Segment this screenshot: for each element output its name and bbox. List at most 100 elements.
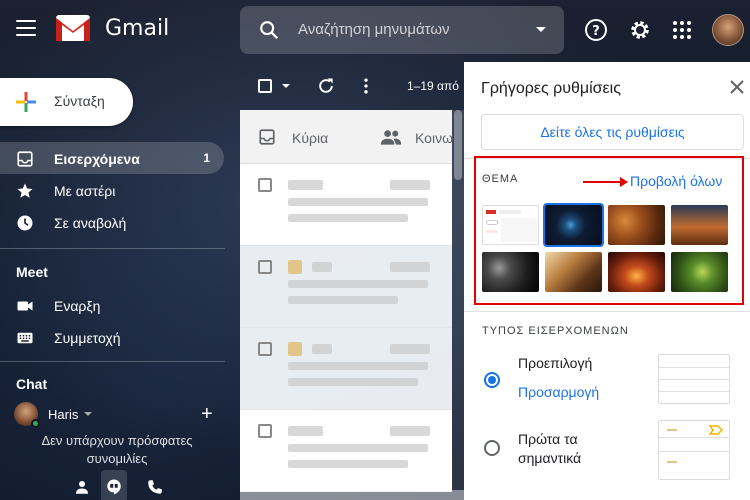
select-all-checkbox[interactable] <box>258 79 272 93</box>
close-icon[interactable] <box>730 80 744 94</box>
blurred-date <box>390 262 430 272</box>
blurred-subject <box>288 198 428 206</box>
nav-item-label: Σε αναβολή <box>54 215 127 231</box>
mail-checkbox[interactable] <box>258 260 272 274</box>
list-bottom-edge <box>240 490 464 500</box>
new-chat-plus-icon[interactable]: + <box>201 404 213 424</box>
tab-social[interactable]: Κοινω <box>415 130 453 146</box>
inbox-tab-icon <box>259 129 275 145</box>
meet-start-label: Εναρξη <box>54 298 101 314</box>
meet-join[interactable]: Συμμετοχή <box>0 321 224 353</box>
blurred-sender <box>312 262 332 272</box>
blurred-subject <box>288 444 428 452</box>
video-icon <box>17 301 33 311</box>
theme-thumb-default[interactable] <box>482 205 539 245</box>
blurred-sender <box>288 426 323 436</box>
account-avatar[interactable] <box>712 14 744 46</box>
gmail-logo[interactable]: Gmail <box>55 14 169 42</box>
blurred-date <box>390 426 430 436</box>
theme-thumb-bubbles[interactable] <box>482 252 539 292</box>
chat-user-status[interactable]: Haris <box>14 402 93 428</box>
theme-thumb-chess[interactable] <box>545 252 602 292</box>
online-status-dot <box>31 419 40 428</box>
important-first-label: Πρώτα τα σημαντικά <box>518 431 582 466</box>
inbox-default-preview <box>658 354 730 404</box>
mail-row[interactable] <box>240 328 452 410</box>
hangouts-chat-icon[interactable] <box>105 478 123 496</box>
theme-thumb-leaves[interactable] <box>608 205 665 245</box>
person-icon[interactable] <box>73 478 91 496</box>
blurred-subject <box>288 280 428 288</box>
theme-thumb-cave[interactable] <box>608 252 665 292</box>
theme-thumb-space[interactable] <box>543 203 604 247</box>
search-input[interactable]: Αναζήτηση μηνυμάτων <box>298 21 450 38</box>
search-options-icon[interactable] <box>536 27 546 32</box>
unread-count: 1 <box>203 151 210 165</box>
no-recent-chats-text: Δεν υπάρχουν πρόσφατες συνομιλίες <box>41 433 193 466</box>
view-all-themes-link[interactable]: Προβολή όλων <box>630 173 722 189</box>
mail-checkbox[interactable] <box>258 424 272 438</box>
see-all-settings-button[interactable]: Δείτε όλες τις ρυθμίσεις <box>481 114 744 150</box>
inbox-type-default-label: Προεπιλογή <box>518 355 593 371</box>
chevron-down-icon <box>84 412 93 416</box>
search-bar[interactable]: Αναζήτηση μηνυμάτων <box>240 6 564 54</box>
chat-divider <box>0 361 225 362</box>
important-marker-icon[interactable] <box>288 260 302 274</box>
list-scrollbar-thumb[interactable] <box>454 110 462 180</box>
list-toolbar: 1–19 από <box>240 62 464 110</box>
phone-icon[interactable] <box>146 478 164 496</box>
nav-divider <box>0 248 225 249</box>
inbox-type-default-radio[interactable] <box>484 372 500 388</box>
blurred-date <box>390 344 430 354</box>
nav-item-starred[interactable]: Με αστέρι <box>0 174 224 206</box>
compose-button[interactable]: Σύνταξη <box>0 78 133 126</box>
category-tabs: Κύρια Κοινω <box>240 110 453 164</box>
meet-join-label: Συμμετοχή <box>54 330 121 346</box>
important-marker-icon[interactable] <box>288 342 302 356</box>
help-icon[interactable]: ? <box>584 18 608 42</box>
tab-primary[interactable]: Κύρια <box>292 130 328 146</box>
mail-checkbox[interactable] <box>258 342 272 356</box>
pagination-text: 1–19 από <box>407 79 459 93</box>
blurred-snippet <box>288 378 418 386</box>
important-first-preview <box>658 420 730 480</box>
settings-gear-icon[interactable] <box>628 18 652 42</box>
chat-bottom-bar <box>0 474 240 500</box>
refresh-icon[interactable] <box>316 76 336 96</box>
search-icon[interactable] <box>258 19 280 41</box>
nav-item-snoozed[interactable]: Σε αναβολή <box>0 206 224 238</box>
meet-section-title: Meet <box>16 264 48 280</box>
apps-grid-icon[interactable] <box>670 18 694 42</box>
blurred-snippet <box>288 214 408 222</box>
panel-divider <box>464 311 750 312</box>
blurred-sender <box>288 180 323 190</box>
nav-item-inbox[interactable]: Εισερχόμενα 1 <box>0 142 224 174</box>
nav-item-label: Με αστέρι <box>54 183 116 199</box>
blurred-subject <box>288 362 428 370</box>
mail-row[interactable] <box>240 246 452 328</box>
more-vert-icon[interactable] <box>356 76 376 96</box>
chat-section-title: Chat <box>16 376 48 392</box>
chat-user-name: Haris <box>48 406 79 422</box>
compose-label: Σύνταξη <box>54 93 105 109</box>
meet-start[interactable]: Εναρξη <box>0 289 224 321</box>
theme-thumb-canyon[interactable] <box>671 205 728 245</box>
important-first-radio[interactable] <box>484 440 500 456</box>
mail-row[interactable] <box>240 164 452 246</box>
quick-settings-panel: Γρήγορες ρυθμίσεις Δείτε όλες τις ρυθμίσ… <box>464 62 750 500</box>
mail-row[interactable] <box>240 410 452 492</box>
blurred-sender <box>312 344 332 354</box>
customize-link[interactable]: Προσαρμογή <box>518 384 599 400</box>
mail-checkbox[interactable] <box>258 178 272 192</box>
chat-avatar <box>14 402 40 428</box>
app-name: Gmail <box>105 15 170 41</box>
gmail-m-icon <box>56 15 90 41</box>
main-menu-icon[interactable] <box>16 20 36 36</box>
annotation-arrow <box>583 181 625 183</box>
importance-marker-icon <box>709 425 723 435</box>
select-options-chevron-icon[interactable] <box>282 84 290 88</box>
theme-thumb-ladybug[interactable] <box>671 252 728 292</box>
compose-plus-icon <box>16 92 36 112</box>
clock-icon <box>17 215 33 231</box>
star-icon <box>17 183 33 198</box>
